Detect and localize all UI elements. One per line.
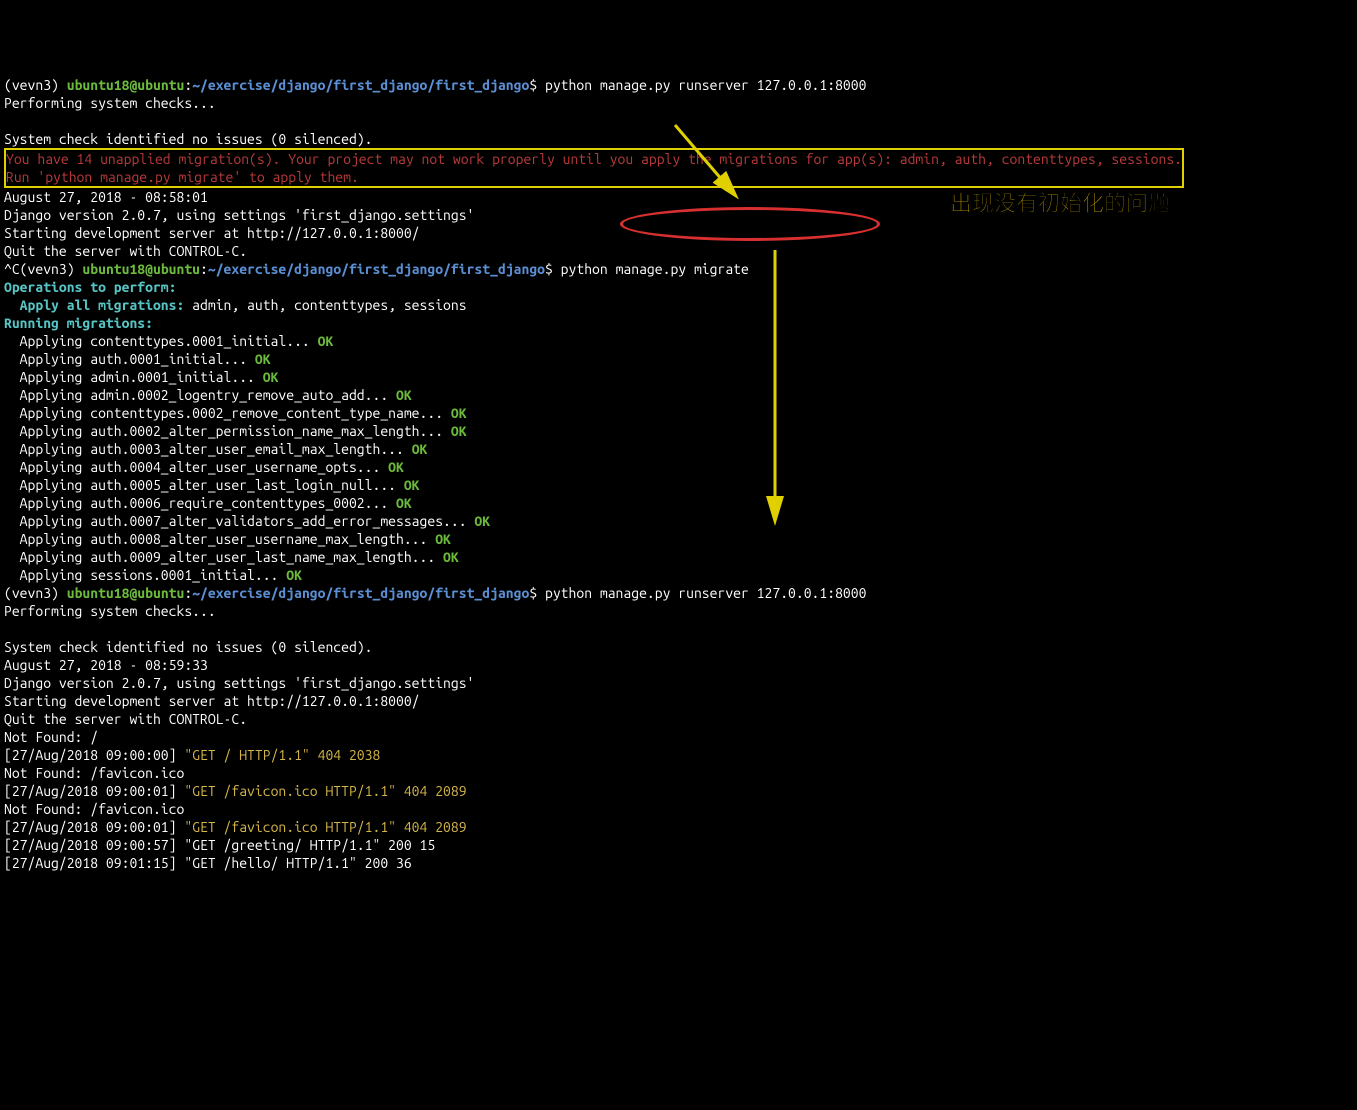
command-text: python manage.py runserver 127.0.0.1:800…: [537, 585, 866, 601]
migration-line: Applying auth.0006_require_contenttypes_…: [4, 495, 412, 511]
prompt-line: (vevn3) ubuntu18@ubuntu:~/exercise/djang…: [4, 585, 866, 601]
annotation-text: 出现没有初始化的问题: [950, 195, 1170, 213]
migration-line: Applying sessions.0001_initial... OK: [4, 567, 302, 583]
output-header: Running migrations:: [4, 315, 153, 331]
colon: :: [184, 77, 192, 93]
http-404: "GET /favicon.ico HTTP/1.1" 404 2089: [184, 819, 466, 835]
log-line: [27/Aug/2018 09:00:57] "GET /greeting/ H…: [4, 837, 435, 853]
output-line: Starting development server at http://12…: [4, 225, 420, 241]
dollar: $: [529, 585, 537, 601]
ctrl-c: ^C: [4, 261, 20, 277]
warning-line: You have 14 unapplied migration(s). Your…: [6, 151, 1182, 167]
output-header: Operations to perform:: [4, 279, 176, 295]
output-line: Starting development server at http://12…: [4, 693, 420, 709]
output-line: August 27, 2018 - 08:59:33: [4, 657, 208, 673]
migration-line: Applying auth.0001_initial... OK: [4, 351, 271, 367]
migration-line: Applying admin.0002_logentry_remove_auto…: [4, 387, 412, 403]
venv-tag: (vevn3): [4, 585, 59, 601]
dollar: $: [545, 261, 553, 277]
output-line: System check identified no issues (0 sil…: [4, 639, 372, 655]
http-404: "GET /favicon.ico HTTP/1.1" 404 2089: [184, 783, 466, 799]
output-line: Not Found: /favicon.ico: [4, 765, 184, 781]
command-text: python manage.py migrate: [553, 261, 749, 277]
output-line: Quit the server with CONTROL-C.: [4, 243, 247, 259]
output-line: Apply all migrations: admin, auth, conte…: [4, 297, 467, 313]
migration-line: Applying admin.0001_initial... OK: [4, 369, 278, 385]
warning-line: Run 'python manage.py migrate' to apply …: [6, 169, 359, 185]
migration-line: Applying auth.0002_alter_permission_name…: [4, 423, 467, 439]
output-line: Quit the server with CONTROL-C.: [4, 711, 247, 727]
migration-line: Applying auth.0008_alter_user_username_m…: [4, 531, 451, 547]
ok-status: OK: [318, 333, 334, 349]
log-line: [27/Aug/2018 09:00:00] "GET / HTTP/1.1" …: [4, 747, 380, 763]
cwd-path: ~/exercise/django/first_django/first_dja…: [192, 585, 529, 601]
migration-line: Applying auth.0004_alter_user_username_o…: [4, 459, 404, 475]
venv-tag: (vevn3): [20, 261, 75, 277]
prompt-line: (vevn3) ubuntu18@ubuntu:~/exercise/djang…: [4, 77, 866, 93]
ok-status: OK: [396, 387, 412, 403]
ok-status: OK: [396, 495, 412, 511]
migration-line: Applying auth.0005_alter_user_last_login…: [4, 477, 420, 493]
colon: :: [200, 261, 208, 277]
user-host: ubuntu18@ubuntu: [82, 261, 200, 277]
user-host: ubuntu18@ubuntu: [67, 585, 185, 601]
venv-tag: (vevn3): [4, 77, 59, 93]
migration-line: Applying contenttypes.0002_remove_conten…: [4, 405, 467, 421]
dollar: $: [529, 77, 537, 93]
migration-line: Applying auth.0009_alter_user_last_name_…: [4, 549, 459, 565]
prompt-line: ^C(vevn3) ubuntu18@ubuntu:~/exercise/dja…: [4, 261, 749, 277]
apply-label: Apply all migrations:: [4, 297, 184, 313]
ok-status: OK: [404, 477, 420, 493]
output-line: System check identified no issues (0 sil…: [4, 131, 372, 147]
output-line: Performing system checks...: [4, 95, 216, 111]
ok-status: OK: [451, 423, 467, 439]
output-line: Performing system checks...: [4, 603, 216, 619]
ok-status: OK: [286, 567, 302, 583]
ok-status: OK: [412, 441, 428, 457]
log-line: [27/Aug/2018 09:00:01] "GET /favicon.ico…: [4, 783, 467, 799]
output-line: Django version 2.0.7, using settings 'fi…: [4, 207, 474, 223]
output-line: Django version 2.0.7, using settings 'fi…: [4, 675, 474, 691]
output-line: Not Found: /favicon.ico: [4, 801, 184, 817]
colon: :: [184, 585, 192, 601]
command-text: python manage.py runserver 127.0.0.1:800…: [537, 77, 866, 93]
apply-list: admin, auth, contenttypes, sessions: [184, 297, 466, 313]
migration-line: Applying contenttypes.0001_initial... OK: [4, 333, 333, 349]
ok-status: OK: [443, 549, 459, 565]
ok-status: OK: [474, 513, 490, 529]
ok-status: OK: [451, 405, 467, 421]
ok-status: OK: [388, 459, 404, 475]
warning-box: You have 14 unapplied migration(s). Your…: [4, 148, 1184, 188]
log-line: [27/Aug/2018 09:00:01] "GET /favicon.ico…: [4, 819, 467, 835]
cwd-path: ~/exercise/django/first_django/first_dja…: [192, 77, 529, 93]
log-line: [27/Aug/2018 09:01:15] "GET /hello/ HTTP…: [4, 855, 412, 871]
http-404: "GET / HTTP/1.1" 404 2038: [184, 747, 380, 763]
cwd-path: ~/exercise/django/first_django/first_dja…: [208, 261, 545, 277]
user-host: ubuntu18@ubuntu: [67, 77, 185, 93]
ok-status: OK: [435, 531, 451, 547]
output-line: August 27, 2018 - 08:58:01: [4, 189, 208, 205]
ok-status: OK: [255, 351, 271, 367]
migration-line: Applying auth.0007_alter_validators_add_…: [4, 513, 490, 529]
migration-line: Applying auth.0003_alter_user_email_max_…: [4, 441, 427, 457]
ok-status: OK: [263, 369, 279, 385]
output-line: Not Found: /: [4, 729, 98, 745]
